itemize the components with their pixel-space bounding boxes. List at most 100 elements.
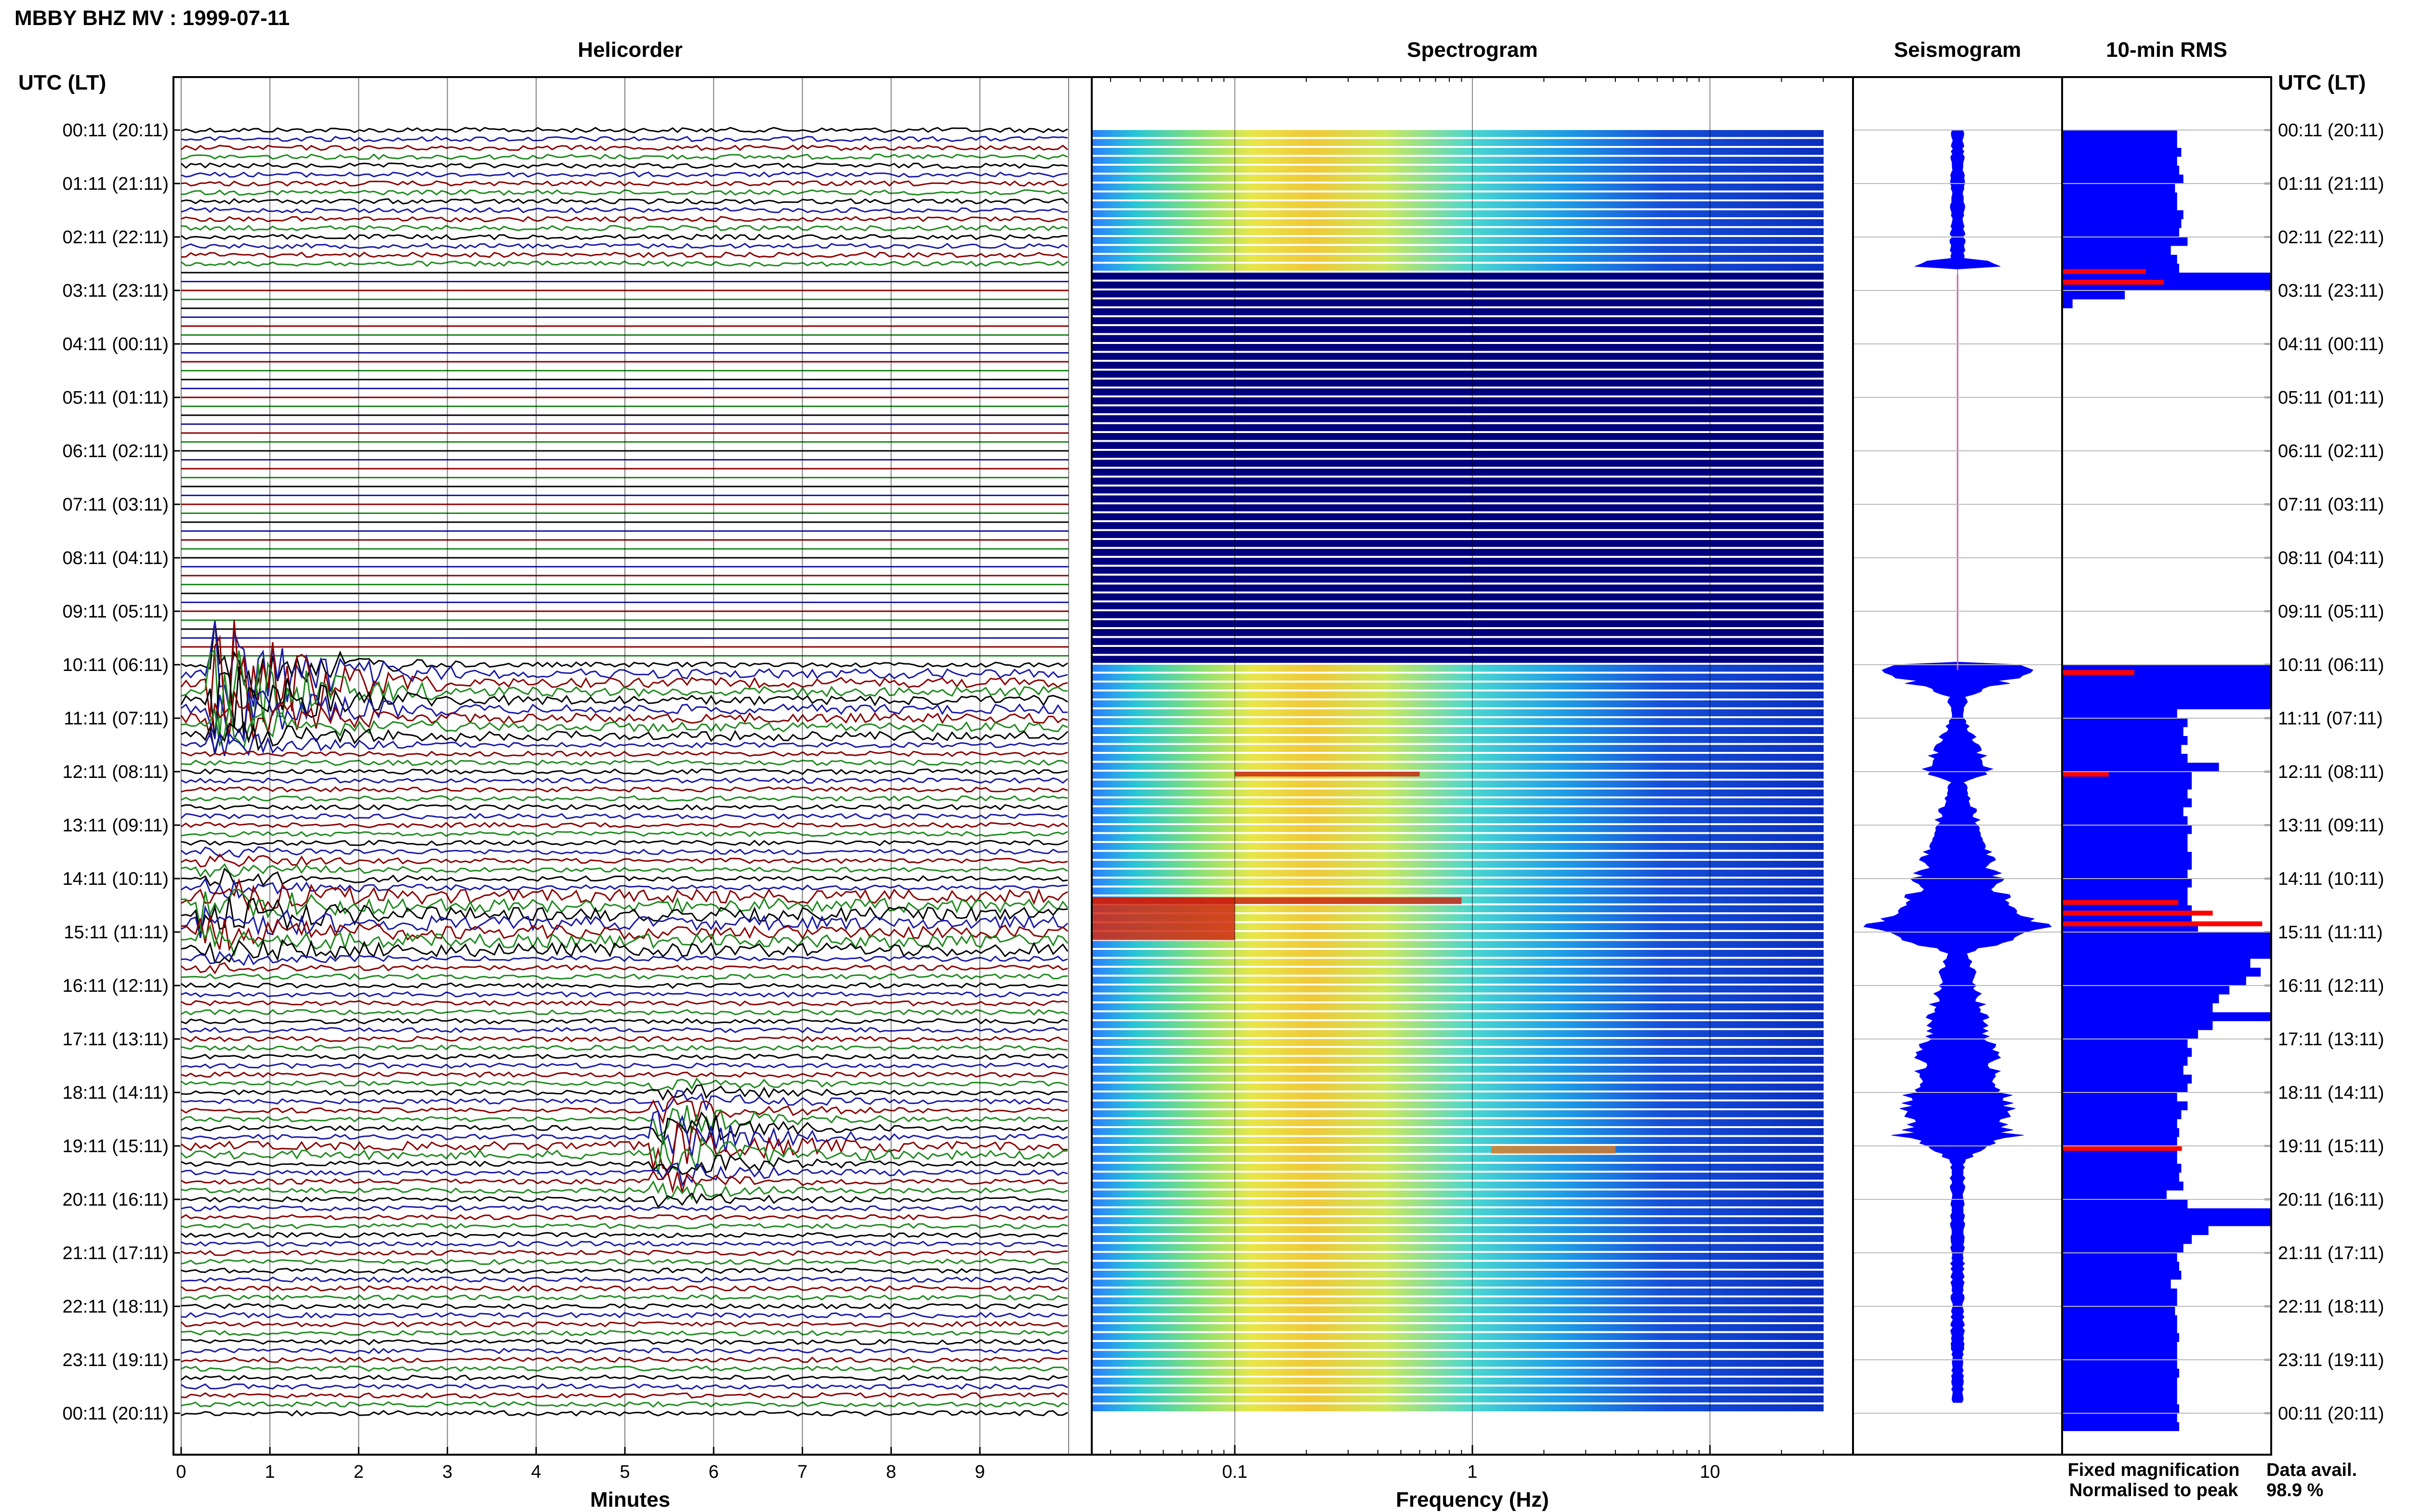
spectrogram-row (1092, 941, 1824, 948)
spectrogram-row (1092, 201, 1824, 209)
time-tick-label-right: 18:11 (14:11) (2278, 1083, 2384, 1103)
spectrogram-row (1092, 825, 1824, 832)
rms-bar (2062, 754, 2188, 763)
spectrogram-gap-row (1092, 504, 1824, 512)
spectrogram-gap-row (1092, 370, 1824, 378)
spectrogram-row (1092, 1083, 1824, 1091)
rms-bar (2062, 192, 2177, 201)
time-tick-label-right: 03:11 (23:11) (2278, 281, 2384, 301)
rms-bar (2062, 174, 2184, 184)
spectrogram-row (1092, 184, 1824, 191)
spectrogram-gap-row (1092, 513, 1824, 520)
time-tick-label-right: 11:11 (07:11) (2278, 709, 2383, 729)
frequency-tick-label: 10 (1700, 1462, 1720, 1482)
spectrogram-row (1092, 1368, 1824, 1376)
spectrogram-row (1092, 1306, 1824, 1314)
minute-tick-label: 3 (442, 1462, 452, 1482)
rms-peak-bar (2062, 900, 2179, 905)
frequency-tick-label: 0.1 (1222, 1462, 1247, 1482)
helicorder-panel (180, 77, 1069, 1455)
spectrogram-row (1092, 763, 1824, 770)
time-tick-label-right: 00:11 (20:11) (2278, 120, 2384, 141)
rms-peak-bar (2062, 910, 2213, 916)
rms-bar (2062, 237, 2188, 246)
time-tick-label-left: 13:11 (09:11) (63, 815, 169, 836)
spectrogram-row (1092, 148, 1824, 155)
spectrogram-gap-row (1092, 584, 1824, 592)
rms-panel (2062, 130, 2271, 1431)
rms-bar (2062, 1003, 2213, 1012)
rms-bar (2062, 691, 2271, 700)
spectrogram-gap-row (1092, 397, 1824, 405)
helicorder-title: Helicorder (578, 38, 683, 62)
rms-bar (2062, 941, 2271, 950)
rms-bar (2062, 1092, 2177, 1102)
spectrogram-row (1092, 745, 1824, 752)
spectrogram-row (1092, 1190, 1824, 1197)
rms-bar (2062, 700, 2271, 710)
spectrogram-row (1092, 780, 1824, 788)
rms-bar (2062, 986, 2230, 995)
spectrogram-row (1092, 968, 1824, 975)
spectrogram-gap-row (1092, 335, 1824, 342)
spectrogram-row (1092, 959, 1824, 966)
spectrogram-row (1092, 1048, 1824, 1055)
time-tick-label-right: 16:11 (12:11) (2278, 976, 2384, 996)
time-tick-label-left: 02:11 (22:11) (63, 227, 169, 248)
spectrogram-row (1092, 683, 1824, 690)
spectrogram-gap-row (1092, 460, 1824, 467)
time-axis-label-right: UTC (LT) (2278, 71, 2366, 94)
time-tick-label-left: 12:11 (08:11) (63, 762, 169, 782)
rms-bar (2062, 1271, 2182, 1280)
rms-bar (2062, 1164, 2182, 1173)
spectrogram-gap-row (1092, 442, 1824, 449)
spectrogram-row (1092, 1404, 1824, 1411)
rms-bar (2062, 1048, 2192, 1057)
rms-bar (2062, 255, 2177, 264)
spectrogram-row (1092, 709, 1824, 716)
spectrogram-gap-row (1092, 388, 1824, 395)
rms-bar (2062, 1182, 2184, 1191)
rms-peak-bar (2062, 1146, 2182, 1151)
spectrogram-row (1092, 166, 1824, 173)
data-availability-label: Data avail. (2266, 1460, 2357, 1480)
spectrogram-gap-row (1092, 451, 1824, 458)
spectrogram-row (1092, 816, 1824, 823)
time-tick-label-right: 05:11 (01:11) (2278, 388, 2384, 408)
spectrogram-gap-row (1092, 469, 1824, 476)
seismic-summary-figure: MBBY BHZ MV : 1999-07-11 Helicorder Spec… (14, 6, 2384, 1512)
rms-bar (2062, 1368, 2179, 1378)
spectrogram-row (1092, 1075, 1824, 1082)
spectrogram-gap-row (1092, 629, 1824, 636)
spectrogram-row (1092, 1128, 1824, 1135)
spectrogram-row (1092, 887, 1824, 894)
spectrogram-row (1092, 1182, 1824, 1189)
rms-bar (2062, 1413, 2177, 1422)
rms-bar (2062, 1030, 2198, 1039)
time-tick-label-right: 00:11 (20:11) (2278, 1404, 2384, 1424)
spectrogram-gap-row (1092, 415, 1824, 422)
spectrogram-gap-row (1092, 566, 1824, 574)
spectrogram-high-energy (1491, 1146, 1615, 1154)
spectrogram-gap-row (1092, 326, 1824, 333)
spectrogram-row (1092, 1395, 1824, 1403)
spectrogram-row (1092, 1172, 1824, 1180)
rms-bar (2062, 683, 2271, 692)
time-tick-label-right: 21:11 (17:11) (2278, 1243, 2384, 1263)
spectrogram-row (1092, 1315, 1824, 1322)
legend-fixed-magnification: Fixed magnification (2068, 1460, 2240, 1480)
spectrogram-row (1092, 1155, 1824, 1162)
spectrogram-row (1092, 1092, 1824, 1100)
time-tick-label-left: 16:11 (12:11) (63, 976, 169, 996)
spectrogram-row (1092, 130, 1824, 137)
rms-bar (2062, 1199, 2188, 1209)
rms-bar (2062, 869, 2188, 879)
rms-bar (2062, 139, 2177, 148)
rms-bar (2062, 1351, 2177, 1360)
spectrogram-row (1092, 976, 1824, 984)
rms-bar (2062, 1226, 2209, 1235)
spectrogram-row (1092, 1030, 1824, 1037)
time-tick-label-right: 14:11 (10:11) (2278, 869, 2384, 889)
spectrogram-row (1092, 852, 1824, 859)
frequency-tick-label: 1 (1467, 1462, 1477, 1482)
